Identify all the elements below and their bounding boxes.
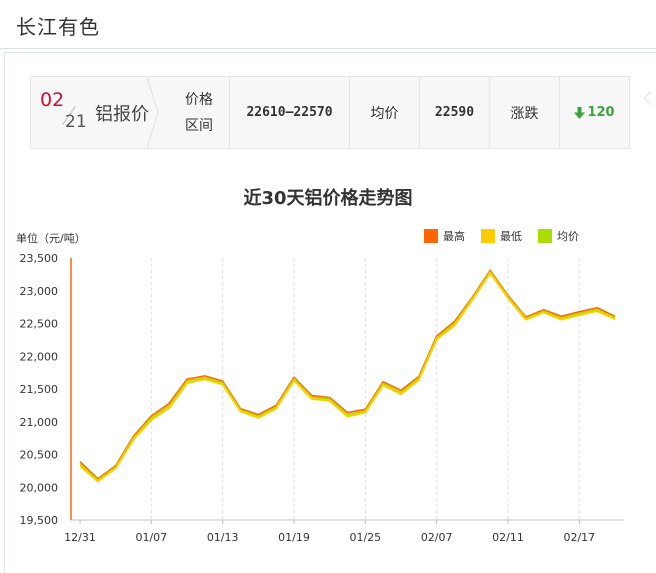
price-range-label-line1: 价格 bbox=[185, 91, 213, 108]
x-tick-label: 01/25 bbox=[349, 531, 381, 544]
legend-swatch-low bbox=[481, 229, 495, 243]
price-range-value: 22610–22570 bbox=[229, 77, 349, 148]
change-value: 120 bbox=[587, 105, 615, 120]
x-tick-label: 01/19 bbox=[278, 531, 310, 544]
x-tick-label: 02/11 bbox=[492, 531, 524, 544]
y-tick-label: 23,000 bbox=[20, 285, 59, 298]
y-tick-label: 21,500 bbox=[20, 383, 59, 396]
series-line-high bbox=[79, 269, 616, 480]
change-label: 涨跌 bbox=[489, 77, 559, 148]
legend-label-avg: 均价 bbox=[557, 230, 579, 243]
chart-title: 近30天铝价格走势图 bbox=[243, 188, 413, 209]
avg-price-label: 均价 bbox=[349, 77, 419, 148]
y-tick-label: 20,500 bbox=[20, 449, 59, 462]
date-box: 02 21 bbox=[31, 77, 93, 148]
y-axis-unit-label: 单位（元/吨） bbox=[16, 232, 86, 245]
y-tick-label: 19,500 bbox=[20, 514, 59, 527]
legend-label-high: 最高 bbox=[443, 230, 465, 243]
x-tick-label: 02/17 bbox=[563, 531, 595, 544]
metal-label: 铝报价 bbox=[95, 104, 149, 125]
y-tick-label: 21,000 bbox=[20, 416, 59, 429]
avg-price-value: 22590 bbox=[419, 77, 489, 148]
date-day: 21 bbox=[65, 112, 87, 132]
legend-item-avg[interactable]: 均价 bbox=[538, 228, 579, 244]
legend-swatch-high bbox=[424, 229, 438, 243]
price-range-label-line2: 区间 bbox=[185, 117, 213, 134]
x-tick-label: 01/07 bbox=[135, 531, 167, 544]
arrow-divider bbox=[147, 77, 159, 148]
page-title: 长江有色 bbox=[16, 15, 100, 39]
x-tick-label: 12/31 bbox=[64, 531, 96, 544]
arrow-down-icon bbox=[574, 106, 586, 119]
change-cell: 120 bbox=[559, 77, 629, 148]
legend-swatch-avg bbox=[538, 229, 552, 243]
y-tick-label: 22,000 bbox=[20, 350, 59, 363]
title-divider bbox=[0, 48, 656, 49]
legend-label-low: 最低 bbox=[500, 230, 522, 243]
y-tick-label: 20,000 bbox=[20, 481, 59, 494]
date-month: 02 bbox=[40, 89, 65, 111]
price-trend-chart: 19,500 20,000 20,500 21,000 21,500 22,000 22,5… bbox=[20, 252, 624, 544]
y-tick-label: 23,500 bbox=[20, 252, 59, 265]
price-summary-bar: 02 21 铝报价 价格 区间 22610–22570 均价 22590 涨跌 … bbox=[30, 76, 630, 149]
x-tick-label: 02/07 bbox=[421, 531, 453, 544]
y-tick-label: 22,500 bbox=[20, 318, 59, 331]
legend-item-high[interactable]: 最高 bbox=[424, 228, 465, 244]
price-range-label-cell: 价格 区间 bbox=[169, 77, 229, 148]
x-tick-label: 01/13 bbox=[207, 531, 239, 544]
series-line-low bbox=[79, 272, 616, 483]
series-line-avg bbox=[79, 270, 616, 481]
legend-item-low[interactable]: 最低 bbox=[481, 228, 522, 244]
